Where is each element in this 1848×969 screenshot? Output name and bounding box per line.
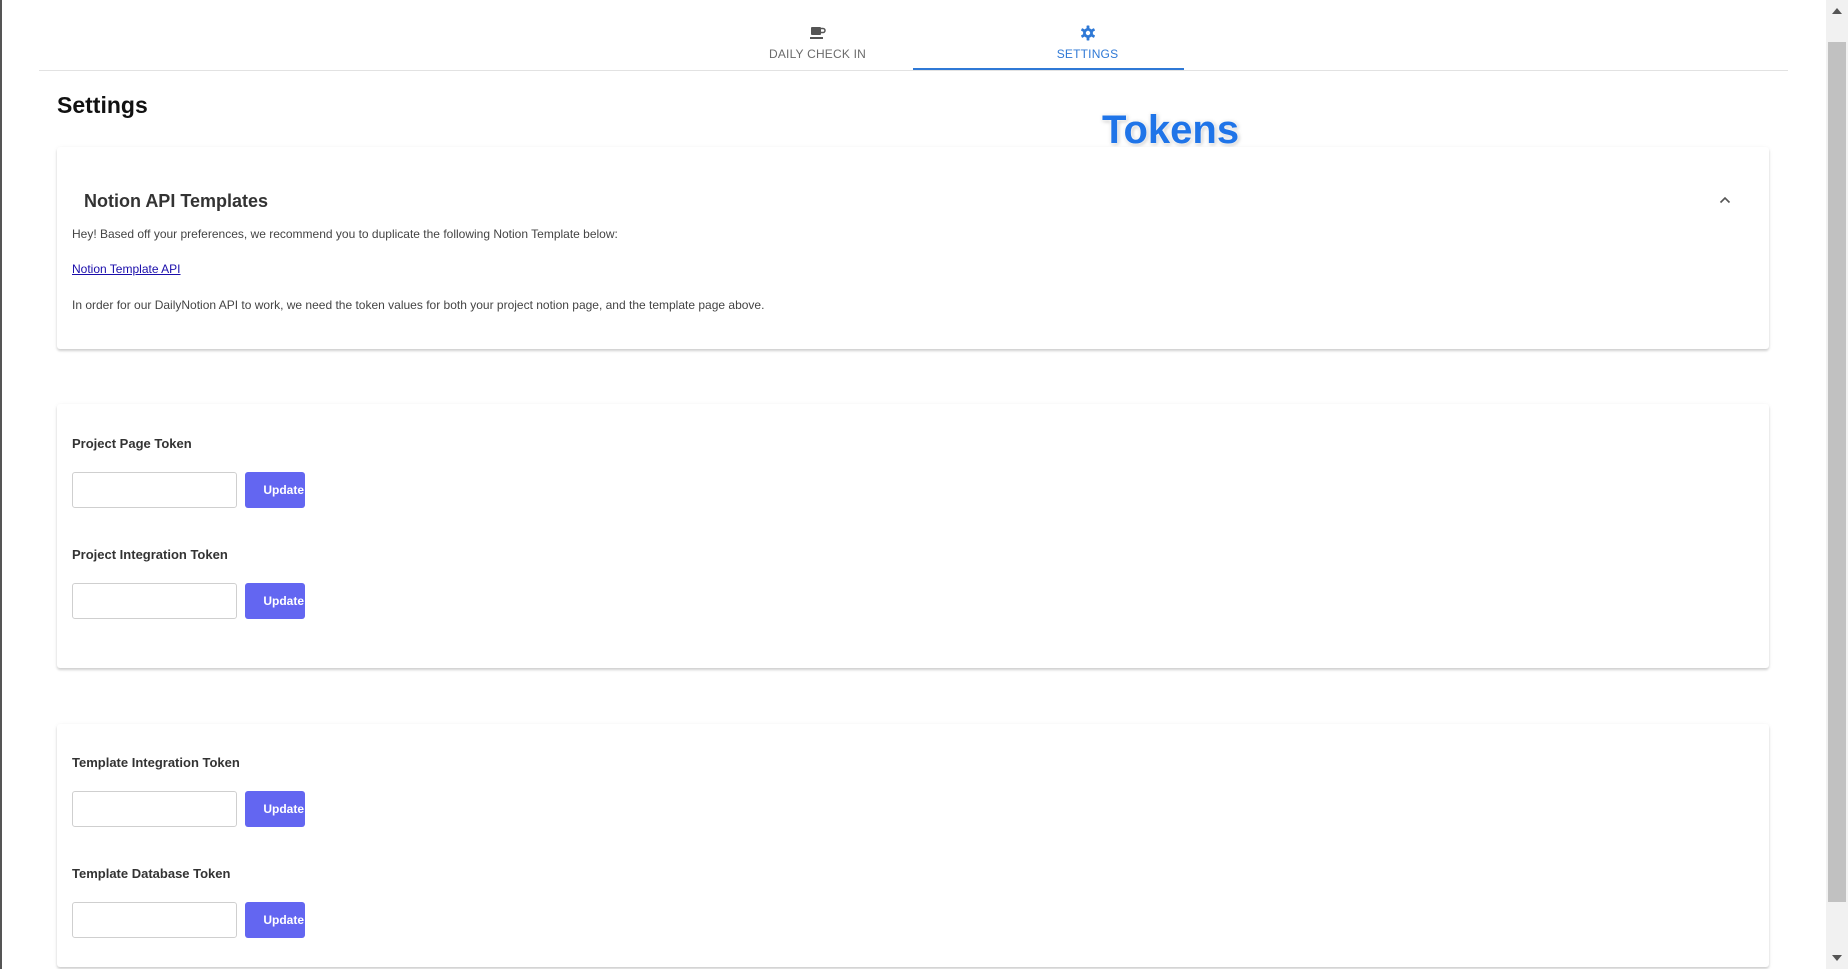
- template-integration-token-label: Template Integration Token: [72, 755, 240, 770]
- chevron-up-icon[interactable]: [1715, 190, 1735, 210]
- scroll-up-arrow-icon[interactable]: [1826, 2, 1848, 20]
- gear-icon: [952, 25, 1223, 41]
- active-tab-indicator: [913, 68, 1184, 70]
- card-title: Notion API Templates: [84, 191, 269, 211]
- template-database-token-label: Template Database Token: [72, 866, 231, 881]
- coffee-icon: [682, 25, 953, 41]
- template-integration-token-input[interactable]: [72, 791, 237, 827]
- project-tokens-card: Project Page Token Update Project Integr…: [57, 404, 1769, 668]
- update-project-integration-token-button[interactable]: Update: [245, 583, 305, 619]
- project-page-token-label: Project Page Token: [72, 436, 192, 451]
- token-requirement-text: In order for our DailyNotion API to work…: [72, 298, 765, 312]
- tab-settings[interactable]: SETTINGS: [952, 0, 1223, 70]
- tab-label: SETTINGS: [1056, 47, 1119, 61]
- update-project-page-token-button[interactable]: Update: [245, 472, 305, 508]
- notion-api-templates-card: Notion API Templates Hey! Based off your…: [57, 147, 1769, 349]
- project-integration-token-input[interactable]: [72, 583, 237, 619]
- tab-daily-check-in[interactable]: DAILY CHECK IN: [682, 0, 953, 70]
- window-left-border: [0, 0, 2, 969]
- template-tokens-card: Template Integration Token Update Templa…: [57, 724, 1769, 967]
- vertical-scrollbar[interactable]: [1826, 0, 1848, 969]
- update-template-integration-token-button[interactable]: Update: [245, 791, 305, 827]
- template-database-token-input[interactable]: [72, 902, 237, 938]
- page-title: Settings: [57, 92, 148, 118]
- project-page-token-input[interactable]: [72, 472, 237, 508]
- tab-bar: DAILY CHECK IN SETTINGS: [39, 0, 1788, 71]
- notion-template-link[interactable]: Notion Template API: [72, 262, 181, 276]
- template-recommendation-text: Hey! Based off your preferences, we reco…: [72, 227, 618, 241]
- project-integration-token-label: Project Integration Token: [72, 547, 228, 562]
- scrollbar-thumb[interactable]: [1828, 42, 1846, 902]
- scroll-down-arrow-icon[interactable]: [1826, 949, 1848, 967]
- tab-label: DAILY CHECK IN: [768, 47, 867, 61]
- update-template-database-token-button[interactable]: Update: [245, 902, 305, 938]
